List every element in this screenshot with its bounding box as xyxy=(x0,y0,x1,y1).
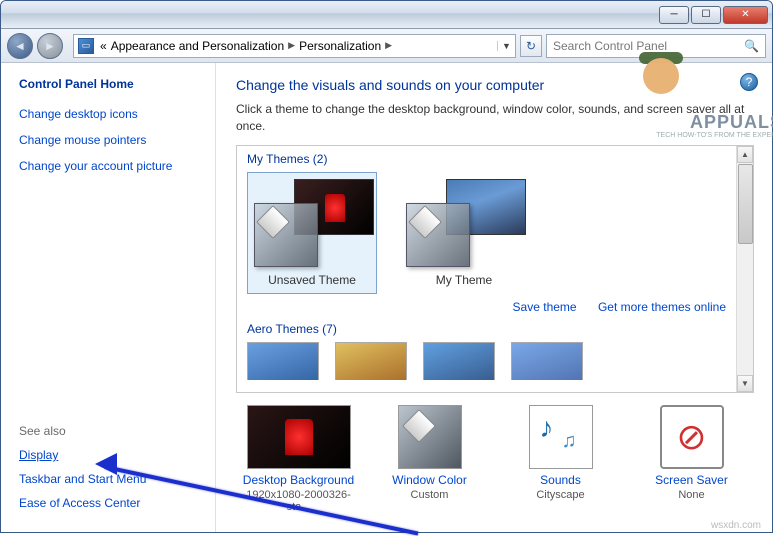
sounds-thumb: ♪♫ xyxy=(529,405,593,469)
see-also-taskbar[interactable]: Taskbar and Start Menu xyxy=(19,472,215,486)
see-also-label: See also xyxy=(19,424,215,438)
help-icon[interactable]: ? xyxy=(740,73,758,91)
themes-list-box: My Themes (2) Unsaved Theme xyxy=(236,145,754,393)
sounds-col[interactable]: ♪♫ Sounds Cityscape xyxy=(502,405,619,513)
titlebar: ─ ☐ ✕ xyxy=(1,1,772,29)
my-themes-label: My Themes (2) xyxy=(247,152,726,166)
screen-saver-thumb xyxy=(660,405,724,469)
window-color-value: Custom xyxy=(371,489,488,501)
watermark-tagline: TECH HOW-TO'S FROM THE EXPERTS! xyxy=(656,132,773,139)
personalization-bottom-row: Desktop Background 1920x1080-2000326-sta… xyxy=(236,405,754,513)
theme-item-unsaved[interactable]: Unsaved Theme xyxy=(247,172,377,294)
search-icon: 🔍 xyxy=(744,39,759,53)
theme-label: Unsaved Theme xyxy=(268,273,356,287)
get-more-themes-link[interactable]: Get more themes online xyxy=(598,300,726,314)
window-color-thumb xyxy=(398,405,462,469)
sounds-value: Cityscape xyxy=(502,489,619,501)
screen-saver-value: None xyxy=(633,489,750,501)
scroll-thumb[interactable] xyxy=(738,164,753,244)
vertical-scrollbar[interactable]: ▲ ▼ xyxy=(736,146,753,392)
theme-thumbnail xyxy=(254,179,374,267)
desktop-background-col[interactable]: Desktop Background 1920x1080-2000326-sta… xyxy=(240,405,357,513)
address-bar[interactable]: ▭ « Appearance and Personalization ▶ Per… xyxy=(73,34,516,58)
aero-theme-item[interactable] xyxy=(335,342,407,380)
close-button[interactable]: ✕ xyxy=(723,6,768,24)
see-also-display[interactable]: Display xyxy=(19,448,215,462)
watermark-brand: APPUALS xyxy=(690,112,773,133)
scroll-up-arrow[interactable]: ▲ xyxy=(737,146,753,163)
forward-button[interactable]: ► xyxy=(37,33,63,59)
see-also-ease-of-access[interactable]: Ease of Access Center xyxy=(19,496,215,510)
chevron-right-icon[interactable]: ▶ xyxy=(288,40,295,51)
desktop-background-link[interactable]: Desktop Background xyxy=(240,473,357,487)
screen-saver-col[interactable]: Screen Saver None xyxy=(633,405,750,513)
control-panel-home-link[interactable]: Control Panel Home xyxy=(19,77,215,91)
aero-theme-item[interactable] xyxy=(511,342,583,380)
breadcrumb-prefix: « xyxy=(100,39,107,53)
breadcrumb-1[interactable]: Appearance and Personalization xyxy=(111,39,284,53)
footer-credit: wsxdn.com xyxy=(711,520,761,531)
breadcrumb-2[interactable]: Personalization xyxy=(299,39,381,53)
watermark-mascot: APPUALS TECH HOW-TO'S FROM THE EXPERTS! xyxy=(633,50,703,110)
screen-saver-link[interactable]: Screen Saver xyxy=(633,473,750,487)
window-color-col[interactable]: Window Color Custom xyxy=(371,405,488,513)
chevron-right-icon[interactable]: ▶ xyxy=(385,40,392,51)
location-icon: ▭ xyxy=(78,38,94,54)
maximize-button[interactable]: ☐ xyxy=(691,6,721,24)
back-button[interactable]: ◄ xyxy=(7,33,33,59)
sidebar-link-mouse-pointers[interactable]: Change mouse pointers xyxy=(19,133,215,147)
sounds-link[interactable]: Sounds xyxy=(502,473,619,487)
theme-item-mytheme[interactable]: My Theme xyxy=(399,172,529,294)
address-dropdown[interactable]: ▼ xyxy=(497,41,511,51)
minimize-button[interactable]: ─ xyxy=(659,6,689,24)
aero-theme-item[interactable] xyxy=(423,342,495,380)
theme-thumbnail xyxy=(406,179,526,267)
desktop-background-thumb xyxy=(247,405,351,469)
aero-theme-item[interactable] xyxy=(247,342,319,380)
refresh-button[interactable]: ↻ xyxy=(520,35,542,57)
save-theme-link[interactable]: Save theme xyxy=(513,300,577,314)
sidebar-link-desktop-icons[interactable]: Change desktop icons xyxy=(19,107,215,121)
sidebar: Control Panel Home Change desktop icons … xyxy=(1,63,216,533)
themes-scroll-area: My Themes (2) Unsaved Theme xyxy=(237,146,736,392)
aero-themes-row xyxy=(247,342,726,380)
aero-themes-label: Aero Themes (7) xyxy=(247,322,726,336)
theme-links-row: Save theme Get more themes online xyxy=(247,300,726,314)
theme-label: My Theme xyxy=(436,273,492,287)
scroll-down-arrow[interactable]: ▼ xyxy=(737,375,753,392)
desktop-background-value: 1920x1080-2000326-sta... xyxy=(240,489,357,513)
window-color-link[interactable]: Window Color xyxy=(371,473,488,487)
sidebar-link-account-picture[interactable]: Change your account picture xyxy=(19,159,215,173)
